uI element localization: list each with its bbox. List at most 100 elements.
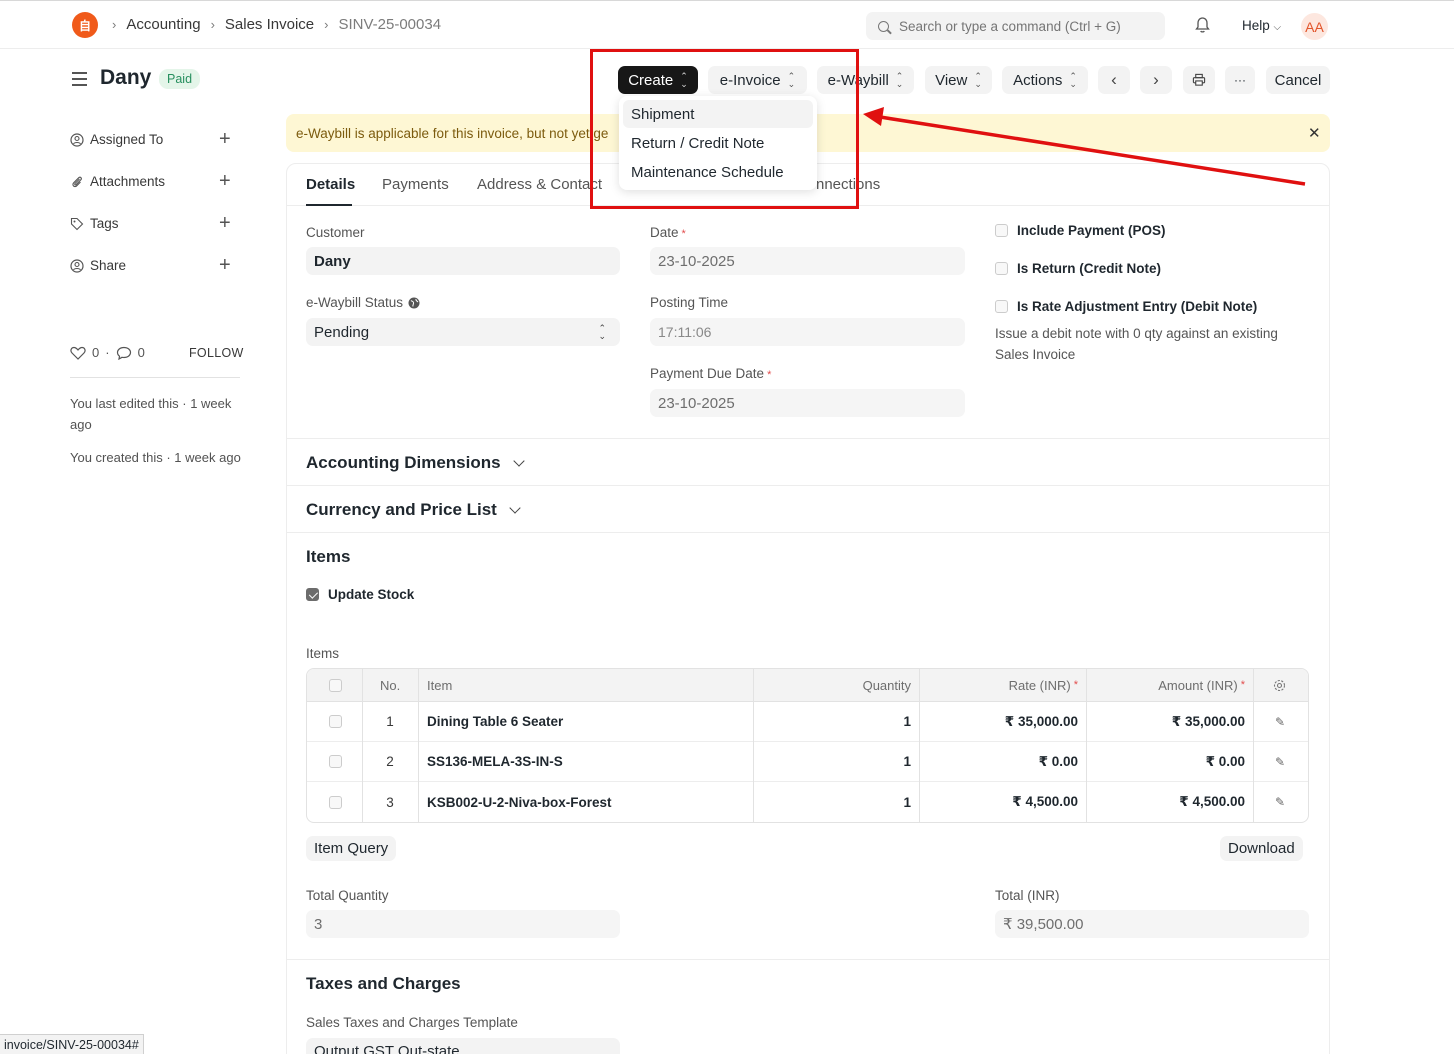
section-divider	[287, 438, 1329, 439]
due-date-field[interactable]: 23-10-2025	[650, 389, 965, 417]
search-icon	[878, 20, 889, 32]
accounting-dimensions-section[interactable]: Accounting Dimensions	[306, 453, 525, 473]
row-rate[interactable]: ₹ 0.00	[919, 742, 1078, 781]
actions-button[interactable]: Actions ⌃ ⌄	[1002, 66, 1088, 94]
include-payment-checkbox[interactable]: Include Payment (POS)	[995, 223, 1166, 238]
row-amount: ₹ 0.00	[1205, 753, 1245, 769]
customer-field[interactable]: Dany	[306, 247, 620, 275]
table-header: No. Item Quantity Rate (INR) * Amount (IN…	[307, 669, 1308, 702]
row-item[interactable]: KSB002-U-2-Niva-box-Forest	[427, 782, 612, 822]
table-row[interactable]: 2 SS136-MELA-3S-IN-S 1 ₹ 0.00 ₹ 0.00 ✎	[307, 742, 1308, 782]
e-invoice-button[interactable]: e-Invoice ⌃ ⌄	[708, 66, 807, 94]
row-rate[interactable]: ₹ 35,000.00	[919, 702, 1078, 741]
print-button[interactable]	[1183, 66, 1215, 94]
tab-address-contact[interactable]: Address & Contact	[477, 176, 602, 193]
chevron-left-icon: ‹	[1111, 70, 1117, 89]
currency-price-list-section[interactable]: Currency and Price List	[306, 500, 521, 520]
breadcrumb-accounting[interactable]: Accounting	[126, 16, 200, 33]
sidebar-item-attachments[interactable]: Attachments	[70, 174, 165, 189]
edit-icon[interactable]: ✎	[1275, 782, 1285, 822]
like-count: 0	[92, 345, 100, 360]
checkbox[interactable]	[306, 588, 319, 601]
cancel-button[interactable]: Cancel	[1266, 66, 1330, 94]
more-button[interactable]: ···	[1225, 66, 1255, 94]
bell-icon[interactable]	[1194, 16, 1211, 34]
close-icon[interactable]: ✕	[1308, 124, 1321, 142]
row-item[interactable]: SS136-MELA-3S-IN-S	[427, 742, 563, 781]
share-button[interactable]: +	[219, 254, 231, 277]
table-row[interactable]: 1 Dining Table 6 Seater 1 ₹ 35,000.00 ₹ …	[307, 702, 1308, 742]
row-quantity[interactable]: 1	[753, 702, 911, 741]
checkbox[interactable]	[995, 262, 1008, 275]
update-stock-checkbox[interactable]: Update Stock	[306, 587, 414, 602]
chevron-down-icon	[512, 455, 525, 467]
sidebar-item-tags[interactable]: Tags	[70, 216, 119, 231]
row-quantity[interactable]: 1	[753, 782, 911, 822]
share-user-icon	[70, 258, 84, 273]
chevron-right-icon: ›	[210, 17, 215, 32]
chevron-updown-icon: ⌃ ⌄	[787, 71, 796, 89]
comment-count: 0	[137, 345, 145, 360]
cancel-label: Cancel	[1274, 71, 1322, 89]
created-note: You created this · 1 week ago	[70, 450, 241, 465]
edit-icon[interactable]: ✎	[1275, 742, 1285, 781]
sidebar-item-share[interactable]: Share	[70, 258, 126, 273]
select-all-checkbox[interactable]	[329, 669, 342, 701]
e-waybill-button[interactable]: e-Waybill ⌃ ⌄	[817, 66, 914, 94]
breadcrumb: › Accounting › Sales Invoice › SINV-25-0…	[112, 16, 451, 33]
rate-adjustment-checkbox[interactable]: Is Rate Adjustment Entry (Debit Note)	[995, 299, 1257, 314]
posting-time-field[interactable]: 17:11:06	[650, 318, 965, 346]
comment-icon[interactable]	[116, 346, 132, 360]
create-label: Create	[628, 71, 674, 89]
menu-item-shipment[interactable]: Shipment	[623, 100, 813, 128]
help-menu[interactable]: Help ⌵	[1242, 18, 1281, 33]
breadcrumb-current: SINV-25-00034	[338, 16, 442, 33]
search-bar[interactable]	[866, 12, 1165, 40]
sidebar-item-assigned-to[interactable]: Assigned To	[70, 132, 163, 147]
chevron-updown-icon: ⌃ ⌄	[598, 323, 606, 341]
due-date-label-row: Payment Due Date *	[650, 366, 771, 381]
date-field[interactable]: 23-10-2025	[650, 247, 965, 275]
create-dropdown-menu: Shipment Return / Credit Note Maintenanc…	[619, 96, 817, 190]
search-input[interactable]	[899, 18, 1149, 34]
user-add-icon	[70, 132, 84, 147]
table-row[interactable]: 3 KSB002-U-2-Niva-box-Forest 1 ₹ 4,500.0…	[307, 782, 1308, 822]
row-checkbox[interactable]	[329, 742, 342, 781]
item-query-button[interactable]: Item Query	[306, 836, 397, 861]
checkbox[interactable]	[995, 300, 1008, 313]
items-table: No. Item Quantity Rate (INR) * Amount (IN…	[306, 668, 1309, 823]
gear-icon[interactable]	[1273, 669, 1286, 701]
column-divider	[919, 669, 920, 822]
add-assignee-button[interactable]: +	[219, 128, 231, 151]
breadcrumb-sales-invoice[interactable]: Sales Invoice	[225, 16, 314, 33]
row-quantity[interactable]: 1	[753, 742, 911, 781]
edit-icon[interactable]: ✎	[1275, 702, 1285, 741]
previous-doc-button[interactable]: ‹	[1098, 66, 1130, 94]
avatar[interactable]: AA	[1301, 13, 1328, 40]
download-button[interactable]: Download	[1220, 836, 1303, 861]
view-button[interactable]: View ⌃ ⌄	[925, 66, 992, 94]
sidebar-toggle-icon[interactable]	[72, 72, 87, 86]
ewaybill-status-select[interactable]: Pending ⌃ ⌄	[306, 318, 620, 346]
tab-connections[interactable]: nnections	[816, 176, 880, 193]
next-doc-button[interactable]: ›	[1140, 66, 1172, 94]
taxes-template-label: Sales Taxes and Charges Template	[306, 1015, 518, 1030]
row-rate[interactable]: ₹ 4,500.00	[919, 782, 1078, 822]
menu-item-return-credit-note[interactable]: Return / Credit Note	[623, 129, 813, 157]
heart-icon[interactable]	[70, 346, 86, 360]
like-comment-counts: 0 · 0	[70, 345, 145, 360]
checkbox[interactable]	[995, 224, 1008, 237]
taxes-template-field[interactable]: Output GST Out-state	[306, 1038, 620, 1054]
follow-button[interactable]: FOLLOW	[189, 346, 244, 360]
menu-item-maintenance-schedule[interactable]: Maintenance Schedule	[623, 158, 813, 186]
row-checkbox[interactable]	[329, 702, 342, 741]
tab-payments[interactable]: Payments	[382, 176, 449, 193]
tab-details[interactable]: Details	[306, 176, 355, 193]
add-attachment-button[interactable]: +	[219, 170, 231, 193]
add-tag-button[interactable]: +	[219, 212, 231, 235]
app-logo[interactable]: 自	[72, 12, 98, 38]
is-return-checkbox[interactable]: Is Return (Credit Note)	[995, 261, 1161, 276]
create-button[interactable]: Create ⌃ ⌄	[618, 66, 698, 94]
row-checkbox[interactable]	[329, 782, 342, 822]
row-item[interactable]: Dining Table 6 Seater	[427, 702, 563, 741]
